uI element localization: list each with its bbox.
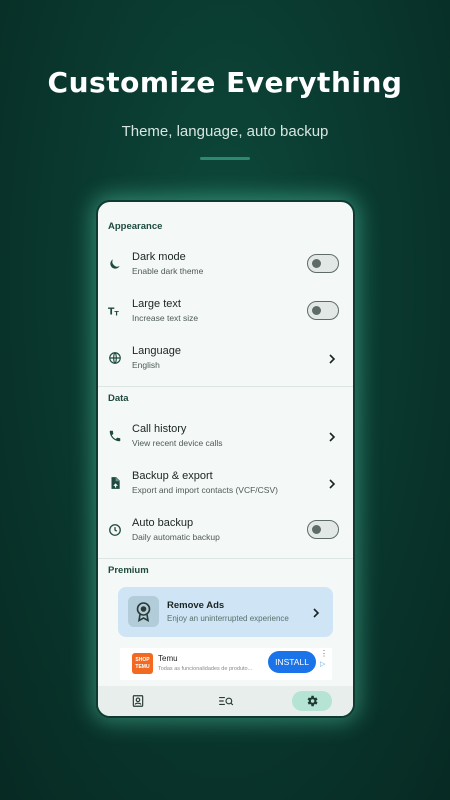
setting-subtitle: Increase text size — [132, 313, 199, 323]
subheadline: Theme, language, auto backup — [121, 123, 329, 140]
logo-text: SHOP — [135, 657, 150, 663]
setting-subtitle: Daily automatic backup — [132, 532, 220, 542]
auto-backup-toggle[interactable] — [307, 520, 339, 539]
chevron-right-icon — [327, 430, 337, 442]
svg-text:T: T — [114, 310, 119, 318]
accent-divider — [200, 157, 250, 160]
ad-banner[interactable]: SHOP TEMU Temu Todas as funcionalidades … — [120, 648, 332, 680]
setting-title: Large text — [132, 298, 181, 310]
section-title-appearance: Appearance — [108, 221, 163, 232]
chevron-right-icon — [311, 606, 321, 618]
text-size-icon: TT — [108, 304, 122, 318]
file-upload-icon — [108, 476, 122, 490]
section-divider — [98, 386, 353, 387]
temu-logo: SHOP TEMU — [132, 653, 153, 674]
award-icon — [128, 596, 159, 627]
phone-icon — [108, 429, 122, 443]
logo-text: TEMU — [135, 664, 150, 670]
nav-settings[interactable] — [292, 691, 332, 711]
section-title-premium: Premium — [108, 565, 149, 576]
setting-backup-export[interactable]: Backup & export Export and import contac… — [98, 464, 353, 504]
section-title-data: Data — [108, 393, 129, 404]
chevron-right-icon — [327, 352, 337, 364]
chevron-right-icon — [327, 477, 337, 489]
toggle-knob — [312, 258, 321, 268]
headline: Customize Everything — [47, 66, 403, 99]
remove-ads-subtitle: Enjoy an uninterrupted experience — [167, 614, 289, 623]
section-divider — [98, 558, 353, 559]
setting-title: Call history — [132, 423, 187, 435]
setting-large-text[interactable]: TT Large text Increase text size — [98, 292, 353, 332]
clock-icon — [108, 523, 122, 537]
globe-icon — [108, 351, 122, 365]
setting-title: Dark mode — [132, 251, 186, 263]
setting-subtitle: Enable dark theme — [132, 266, 204, 276]
bottom-navbar — [98, 686, 353, 716]
nav-search[interactable] — [205, 691, 245, 711]
ad-description: Todas as funcionalidades de produto... — [158, 666, 253, 672]
remove-ads-card[interactable]: Remove Ads Enjoy an uninterrupted experi… — [118, 587, 333, 637]
setting-title: Language — [132, 345, 181, 357]
install-button[interactable]: INSTALL — [268, 651, 316, 673]
setting-subtitle: Export and import contacts (VCF/CSV) — [132, 485, 278, 495]
setting-title: Backup & export — [132, 470, 213, 482]
settings-gear-icon — [307, 695, 318, 707]
ad-name: Temu — [158, 654, 178, 663]
contacts-icon — [132, 695, 144, 707]
setting-call-history[interactable]: Call history View recent device calls — [98, 417, 353, 457]
moon-icon — [108, 257, 122, 271]
setting-subtitle: English — [132, 360, 160, 370]
toggle-knob — [312, 524, 321, 534]
remove-ads-title: Remove Ads — [167, 600, 225, 611]
phone-screen: Appearance Dark mode Enable dark theme T… — [96, 200, 355, 718]
toggle-knob — [312, 305, 321, 315]
setting-title: Auto backup — [132, 517, 194, 529]
dark-mode-toggle[interactable] — [307, 254, 339, 273]
more-vert-icon[interactable]: ⋮ — [320, 649, 328, 658]
setting-dark-mode[interactable]: Dark mode Enable dark theme — [98, 245, 353, 285]
nav-contacts[interactable] — [118, 691, 158, 711]
setting-language[interactable]: Language English — [98, 339, 353, 379]
search-list-icon — [219, 697, 234, 706]
large-text-toggle[interactable] — [307, 301, 339, 320]
adchoices-icon[interactable]: ▷ — [320, 660, 325, 668]
setting-subtitle: View recent device calls — [132, 438, 223, 448]
setting-auto-backup[interactable]: Auto backup Daily automatic backup — [98, 511, 353, 551]
